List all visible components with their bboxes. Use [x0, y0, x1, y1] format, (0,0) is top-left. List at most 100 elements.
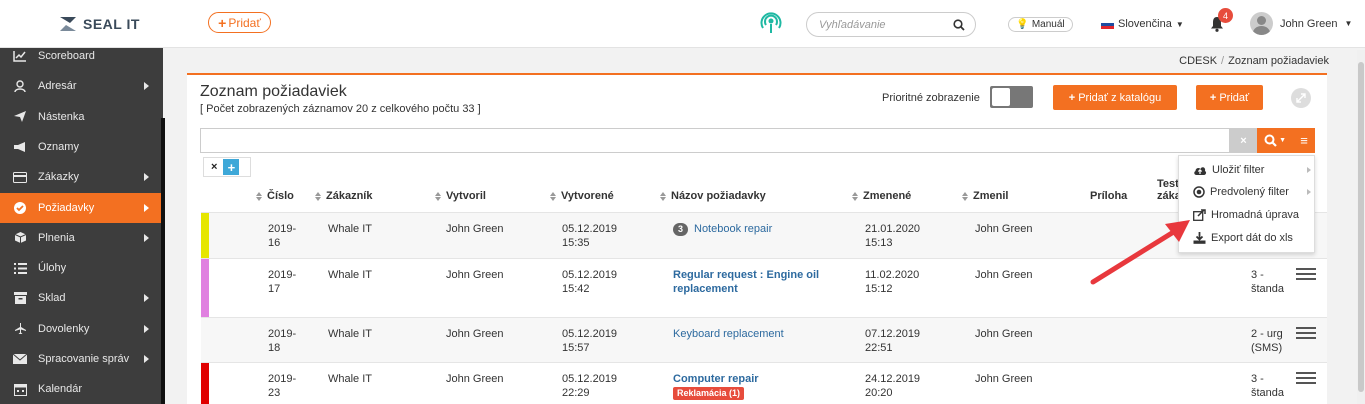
sidebar-item-adresár[interactable]: Adresár [0, 71, 163, 101]
menu-icon[interactable]: ≡ [1300, 133, 1308, 148]
row-menu-icon[interactable] [1296, 327, 1316, 339]
cloud-upload-icon [1193, 165, 1207, 176]
sidebar-item-label: Plnenia [38, 231, 75, 244]
search-input[interactable]: Vyhľadávanie [806, 12, 976, 37]
menu-item-label: Predvolený filter [1210, 186, 1289, 198]
column-header-2[interactable]: Vytvoril [435, 190, 486, 202]
sidebar-item-oznamy[interactable]: Oznamy [0, 132, 163, 162]
chevron-right-icon [144, 82, 149, 91]
sidebar-item-úlohy[interactable]: Úlohy [0, 253, 163, 283]
manual-button[interactable]: 💡 Manuál [1008, 17, 1073, 32]
language-label: Slovenčina [1118, 18, 1172, 30]
request-title-link[interactable]: replacement [673, 283, 738, 295]
priority-toggle[interactable] [990, 86, 1033, 108]
sidebar: Scoreboard Adresár Nástenka Oznamy Zákazky Po… [0, 48, 163, 404]
language-selector[interactable]: Slovenčina ▼ [1101, 18, 1184, 30]
manual-label: Manuál [1031, 19, 1065, 30]
column-header-5[interactable]: Zmenené [852, 190, 911, 202]
row-menu-icon[interactable] [1296, 268, 1316, 280]
changer-cell: John Green [975, 223, 1033, 235]
column-header-7[interactable]: Príloha [1090, 190, 1127, 202]
search-icon[interactable] [953, 19, 965, 31]
close-icon[interactable]: × [211, 161, 217, 173]
sidebar-item-sklad[interactable]: Sklad [0, 283, 163, 313]
request-number-line: 2019- [268, 373, 297, 385]
request-title-link[interactable]: Notebook repair [694, 223, 772, 235]
customer-cell: Whale IT [328, 223, 373, 235]
page-scrollbar[interactable] [1357, 50, 1365, 404]
changed-date-line: 24.12.2019 [865, 373, 921, 385]
request-title-link[interactable]: Computer repair [673, 373, 759, 385]
filter-input[interactable] [200, 128, 1230, 153]
search-dropdown[interactable]: ▼ [1264, 134, 1286, 147]
menu-item-predvolený-filter[interactable]: Predvolený filter [1179, 181, 1316, 203]
priority-cell-line: 2 - urg [1251, 328, 1283, 340]
request-title-link[interactable]: Regular request : Engine oil [673, 269, 819, 281]
table-row[interactable]: 2019- 18 Whale IT John Green 05.12.2019 15:57… [201, 317, 1327, 362]
column-header-6[interactable]: Zmenil [962, 190, 1008, 202]
creator-cell: John Green [446, 373, 504, 385]
changer-cell: John Green [975, 373, 1033, 385]
add-from-catalog-button[interactable]: + Pridať z katalógu [1053, 85, 1177, 110]
sidebar-item-label: Spracovanie správ [38, 353, 130, 365]
created-date-line: 05.12.2019 [562, 373, 618, 385]
user-menu[interactable]: John Green ▼ [1250, 12, 1352, 35]
changed-date-line: 20:20 [865, 387, 893, 399]
search-icon [1264, 134, 1277, 147]
sidebar-scrollbar[interactable] [161, 118, 165, 404]
sidebar-item-požiadavky[interactable]: Požiadavky [0, 192, 163, 223]
menu-item-hromadná-úprava[interactable]: Hromadná úprava [1179, 204, 1316, 226]
column-header-label: Názov požiadavky [671, 190, 766, 202]
sidebar-item-label: Nástenka [38, 110, 85, 123]
expand-icon[interactable] [1291, 88, 1311, 108]
add-request-button[interactable]: + Pridať [1196, 85, 1263, 110]
column-header-0[interactable]: Číslo [256, 190, 294, 202]
sidebar-item-nástenka[interactable]: Nástenka [0, 102, 163, 132]
priority-cell: 3 - štanda [1251, 372, 1284, 400]
breadcrumb-current: Zoznam požiadaviek [1228, 55, 1329, 67]
request-title-cell: Regular request : Engine oil replacement [673, 268, 819, 296]
filter-search-button[interactable]: ▼ ≡ [1257, 128, 1315, 153]
chevron-right-icon [1307, 167, 1311, 173]
logo[interactable]: SEAL IT [58, 15, 140, 33]
sidebar-item-kalendár[interactable]: Kalendár [0, 374, 163, 404]
breadcrumb-root[interactable]: CDESK [1179, 55, 1217, 67]
sidebar-item-spracovanie-správ[interactable]: Spracovanie správ [0, 344, 163, 374]
changer-cell: John Green [975, 269, 1033, 281]
changed-date-line: 07.12.2019 [865, 328, 921, 340]
logo-text: SEAL IT [83, 16, 140, 32]
sidebar-item-plnenia[interactable]: Plnenia [0, 223, 163, 253]
sidebar-item-scoreboard[interactable]: Scoreboard [0, 41, 163, 71]
row-menu-icon[interactable] [1296, 372, 1316, 384]
changer-cell: John Green [975, 328, 1033, 340]
add-request-label: Pridať [1219, 91, 1250, 104]
flag-icon [1101, 19, 1114, 29]
priority-cell-line: (SMS) [1251, 342, 1283, 354]
podcast-icon[interactable] [760, 12, 782, 37]
priority-strip [201, 213, 209, 258]
clear-filter-button[interactable]: × [1230, 128, 1257, 153]
sidebar-item-dovolenky[interactable]: Dovolenky [0, 314, 163, 344]
request-title-link[interactable]: Keyboard replacement [673, 328, 784, 340]
sidebar-item-zákazky[interactable]: Zákazky [0, 162, 163, 192]
changed-date-line: 11.02.2020 [865, 269, 920, 281]
menu-item-export-dát-do-xls[interactable]: Export dát do xls [1179, 227, 1316, 249]
dot-circle-icon [1193, 186, 1205, 198]
request-title-cell: 3 Notebook repair [673, 222, 772, 236]
megaphone-icon [13, 140, 27, 154]
scrollbar-thumb[interactable] [1358, 62, 1364, 392]
menu-item-label: Hromadná úprava [1211, 209, 1300, 221]
column-header-8[interactable]: Test [1157, 178, 1179, 190]
table-row[interactable]: 2019- 23 Whale IT John Green 05.12.2019 22:29… [201, 362, 1327, 404]
filter-dropdown-menu: Uložiť filter Predvolený filter Hromadná ú… [1178, 155, 1315, 253]
column-header-1[interactable]: Zákazník [315, 190, 372, 202]
add-button[interactable]: + Pridať [208, 12, 271, 33]
column-header-label: Vytvorené [561, 190, 614, 202]
add-filter-button[interactable]: + [223, 159, 240, 175]
created-date-line: 05.12.2019 [562, 223, 618, 235]
column-header-3[interactable]: Vytvorené [550, 190, 614, 202]
lightbulb-icon: 💡 [1016, 19, 1029, 30]
menu-item-uložiť-filter[interactable]: Uložiť filter [1179, 159, 1316, 181]
column-header-4[interactable]: Názov požiadavky [660, 190, 766, 202]
chevron-right-icon [144, 233, 149, 242]
